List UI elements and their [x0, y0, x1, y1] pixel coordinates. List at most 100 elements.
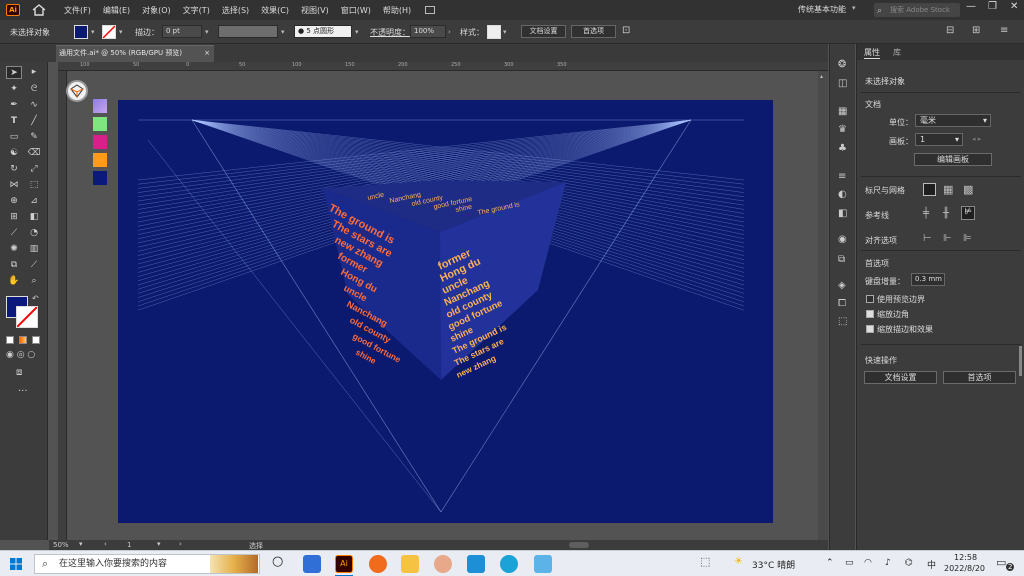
workspace-switcher[interactable]: 传统基本功能: [798, 4, 846, 15]
menu-help[interactable]: 帮助(H): [383, 5, 411, 16]
keyboard-increment-field[interactable]: 0.3 mm: [911, 273, 945, 286]
ruler-toggle-icon[interactable]: [923, 183, 936, 196]
file-explorer-icon[interactable]: [401, 555, 419, 573]
align-icon[interactable]: ⊟: [946, 25, 954, 36]
graph-tool-icon[interactable]: ▥: [26, 243, 42, 256]
blend-tool-icon[interactable]: ◔: [26, 227, 42, 240]
document-setup-button[interactable]: 文档设置: [521, 25, 566, 38]
panel-scrollbar[interactable]: [1019, 346, 1022, 376]
preferences-button[interactable]: 首选项: [943, 371, 1016, 384]
perspective-widget-icon[interactable]: [66, 80, 88, 102]
vertical-ruler[interactable]: [58, 71, 67, 540]
line-tool-icon[interactable]: ╱: [26, 115, 42, 128]
units-select[interactable]: 毫米 ▾: [915, 114, 991, 127]
menu-select[interactable]: 选择(S): [222, 5, 249, 16]
close-tab-icon[interactable]: ×: [204, 46, 210, 61]
tab-libraries[interactable]: 库: [893, 47, 901, 58]
menu-view[interactable]: 视图(V): [301, 5, 329, 16]
use-preview-bounds-checkbox[interactable]: [866, 295, 874, 303]
browser-app-icon[interactable]: [369, 555, 387, 573]
gradient-mode-icon[interactable]: [19, 336, 27, 344]
vertical-scrollbar[interactable]: ▴: [818, 71, 828, 540]
panel-menu-icon[interactable]: ≡: [1000, 25, 1008, 36]
maximize-icon[interactable]: ❐: [988, 1, 997, 12]
snap-point-icon[interactable]: ⊢: [923, 233, 932, 244]
snap-pixel-icon[interactable]: ⊩: [943, 233, 952, 244]
guides-show-icon[interactable]: ╪: [923, 208, 929, 219]
color-guide-icon[interactable]: ◫: [838, 78, 847, 89]
edit-artboards-button[interactable]: 编辑画板: [914, 153, 992, 166]
transform-icon[interactable]: ⊞: [972, 25, 980, 36]
pen-workspace-icon[interactable]: ⬚: [700, 555, 710, 568]
clock-date[interactable]: 2022/8/20: [944, 564, 985, 573]
draw-mode-icon[interactable]: ◉ ◎ ○: [6, 350, 35, 360]
type-tool-icon[interactable]: T: [6, 115, 22, 128]
menu-window[interactable]: 窗口(W): [341, 5, 371, 16]
curvature-tool-icon[interactable]: ∿: [26, 99, 42, 112]
minimize-icon[interactable]: —: [966, 1, 976, 12]
magic-wand-icon[interactable]: ✦: [6, 83, 22, 96]
width-tool-icon[interactable]: ⋈: [6, 179, 22, 192]
appearance-icon[interactable]: ◉: [838, 234, 847, 245]
notification-icon[interactable]: ▭: [996, 556, 1006, 569]
security-app-icon[interactable]: [303, 555, 321, 573]
color-mode-icon[interactable]: [6, 336, 14, 344]
gradient-tool-icon[interactable]: ◧: [26, 211, 42, 224]
lasso-icon[interactable]: ᘓ: [26, 83, 42, 96]
perspective-grid-icon[interactable]: ⊿: [26, 195, 42, 208]
avatar-app-icon[interactable]: [434, 555, 452, 573]
snap-glyph-icon[interactable]: ⊫: [963, 233, 972, 244]
variable-width-profile[interactable]: [218, 25, 278, 38]
color-panel-icon[interactable]: ❂: [838, 59, 846, 70]
tool-app-icon[interactable]: [534, 555, 552, 573]
wave-app-icon[interactable]: [467, 555, 485, 573]
chevron-right-icon[interactable]: ›: [448, 28, 451, 36]
hand-tool-icon[interactable]: ✋: [6, 275, 22, 288]
pinyin-icon[interactable]: ⌬: [905, 558, 913, 568]
chevron-down-icon[interactable]: ▾: [157, 540, 161, 548]
document-setup-button[interactable]: 文档设置: [864, 371, 937, 384]
menu-type[interactable]: 文字(T): [183, 5, 210, 16]
swatch-green[interactable]: [93, 117, 107, 131]
swatches-icon[interactable]: ▦: [838, 106, 847, 117]
arrange-icon[interactable]: ⊡: [622, 25, 630, 36]
chevron-down-icon[interactable]: ▾: [205, 28, 209, 36]
chevron-down-icon[interactable]: ▾: [91, 28, 95, 36]
wifi-icon[interactable]: ◠: [864, 558, 872, 568]
windows-start-icon[interactable]: [10, 558, 22, 570]
illustrator-taskbar-icon[interactable]: Ai: [335, 555, 353, 573]
clock-time[interactable]: 12:58: [954, 553, 977, 562]
ime-indicator[interactable]: 中: [927, 558, 936, 571]
links-icon[interactable]: ⧠: [838, 298, 846, 309]
eraser-icon[interactable]: ⌫: [26, 147, 42, 160]
swatch-orange[interactable]: [93, 153, 107, 167]
stroke-panel-icon[interactable]: ≡: [838, 171, 846, 182]
task-view-icon[interactable]: ○: [272, 554, 283, 569]
chevron-down-icon[interactable]: ▾: [355, 28, 359, 36]
edge-browser-icon[interactable]: [500, 555, 518, 573]
menu-edit[interactable]: 编辑(E): [103, 5, 130, 16]
chevron-down-icon[interactable]: ▾: [79, 540, 83, 548]
none-mode-icon[interactable]: [32, 336, 40, 344]
graphic-styles-icon[interactable]: ⧉: [838, 254, 845, 265]
fill-swatch[interactable]: [74, 25, 88, 39]
rotate-tool-icon[interactable]: ↻: [6, 163, 22, 176]
arrange-documents-icon[interactable]: [425, 6, 436, 14]
artboard-nav-icon[interactable]: ◂ ▸: [972, 135, 981, 143]
artboard-select[interactable]: 1 ▾: [915, 133, 963, 146]
swap-colors-icon[interactable]: ↶: [32, 294, 39, 303]
stroke-color-box[interactable]: [16, 306, 38, 328]
transparency-grid-icon[interactable]: ▩: [963, 183, 973, 196]
edit-toolbar-icon[interactable]: ···: [18, 386, 28, 397]
layers-icon[interactable]: ◈: [838, 280, 846, 291]
screen-mode-icon[interactable]: ⧈: [16, 367, 22, 378]
chevron-down-icon[interactable]: ▾: [852, 4, 856, 12]
artboards-icon[interactable]: ⬚: [838, 316, 847, 327]
grid-toggle-icon[interactable]: ▦: [943, 183, 953, 196]
stroke-swatch[interactable]: [102, 25, 116, 39]
horizontal-scroll-thumb[interactable]: [569, 542, 589, 548]
artboard-tool-icon[interactable]: ⧉: [6, 259, 22, 272]
swatch-purple[interactable]: [93, 99, 107, 113]
scroll-up-icon[interactable]: ▴: [820, 73, 823, 80]
artboard-number[interactable]: 1: [127, 541, 131, 549]
